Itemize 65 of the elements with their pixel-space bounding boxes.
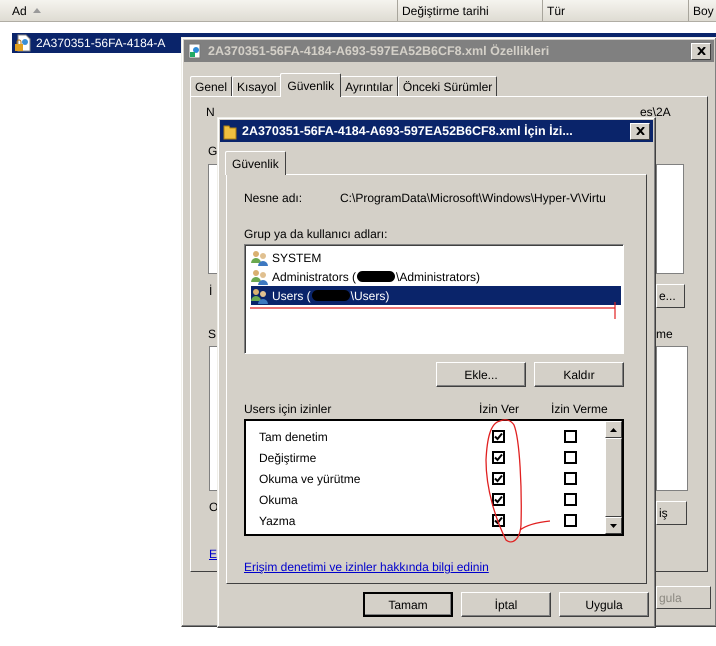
label-fragment: me (656, 327, 673, 341)
principal-item[interactable]: Administrators ( \Administrators) (251, 267, 621, 286)
principal-item[interactable]: Users ( \Users) (251, 286, 621, 305)
list-box[interactable] (656, 164, 684, 274)
allow-checkbox[interactable] (492, 472, 505, 485)
scrollbar[interactable] (605, 421, 622, 534)
close-icon (636, 127, 644, 135)
label-fragment: İ (209, 284, 212, 298)
close-button[interactable] (691, 42, 711, 60)
deny-checkbox[interactable] (564, 514, 577, 527)
folder-icon (223, 122, 237, 140)
column-header[interactable]: Ad (0, 0, 398, 21)
tab[interactable]: Güvenlik (225, 151, 286, 175)
permission-name: Okuma ve yürütme (259, 472, 362, 486)
dialog-button[interactable]: Uygula (559, 592, 649, 617)
user-group-icon (251, 250, 269, 266)
object-name-label: Nesne adı: (244, 191, 304, 205)
column-header[interactable]: Boy (689, 0, 716, 21)
button-fragment[interactable]: iş (656, 501, 687, 525)
allow-checkbox[interactable] (492, 430, 505, 443)
link-fragment[interactable]: E (209, 547, 218, 561)
dialog-button[interactable]: Tamam (363, 592, 453, 617)
label-fragment: N (206, 105, 215, 119)
tab[interactable]: Ayrıntılar (340, 76, 398, 97)
user-group-icon (251, 268, 269, 284)
deny-checkbox[interactable] (564, 493, 577, 506)
label-fragment: S (208, 327, 216, 341)
window-title: 2A370351-56FA-4184-A693-597EA52B6CF8.xml İçin İzi... (242, 124, 574, 138)
scroll-up-icon[interactable] (605, 421, 622, 438)
user-group-icon (251, 288, 269, 304)
xml-file-icon (14, 34, 32, 52)
permission-name: Tam denetim (259, 430, 329, 444)
column-header[interactable]: Tür (543, 0, 689, 21)
object-path: C:\ProgramData\Microsoft\Windows\Hyper-V\Virtu (340, 191, 606, 205)
window-title: 2A370351-56FA-4184-A693-597EA52B6CF8.xml Özellikleri (208, 44, 550, 58)
scroll-down-icon[interactable] (605, 517, 622, 534)
allow-checkbox[interactable] (492, 493, 505, 506)
deny-checkbox[interactable] (564, 451, 577, 464)
column-header[interactable]: Değiştirme tarihi (398, 0, 543, 21)
permission-name: Değiştirme (259, 450, 318, 464)
label-fragment: es\2A (640, 105, 671, 119)
column-header: İzin Ver (479, 402, 520, 416)
principal-item[interactable]: SYSTEM (251, 248, 621, 267)
close-button[interactable] (630, 122, 650, 140)
tab[interactable]: Genel (190, 76, 232, 97)
deny-checkbox[interactable] (564, 472, 577, 485)
button-fragment[interactable]: e... (656, 284, 685, 308)
deny-checkbox[interactable] (564, 430, 577, 443)
permission-name: Okuma (259, 492, 299, 506)
tab[interactable]: Önceki Sürümler (398, 76, 498, 97)
properties-icon (187, 43, 203, 59)
column-header: İzin Verme (551, 402, 609, 416)
principals-label: Grup ya da kullanıcı adları: (244, 227, 388, 241)
allow-checkbox[interactable] (492, 451, 505, 464)
list-box[interactable] (656, 346, 688, 491)
list-button[interactable]: Ekle... (436, 362, 526, 387)
permissions-label: Users için izinler (244, 402, 332, 416)
dialog-button[interactable]: İptal (461, 592, 551, 617)
permission-name: Yazma (259, 514, 296, 528)
close-icon (696, 47, 706, 55)
help-link[interactable]: Erişim denetimi ve izinler hakkında bilgi edinin (244, 560, 489, 574)
label-fragment: G (208, 144, 218, 158)
list-button[interactable]: Kaldır (534, 362, 624, 387)
tab[interactable]: Güvenlik (280, 73, 342, 97)
tab[interactable]: Kısayol (232, 76, 282, 97)
